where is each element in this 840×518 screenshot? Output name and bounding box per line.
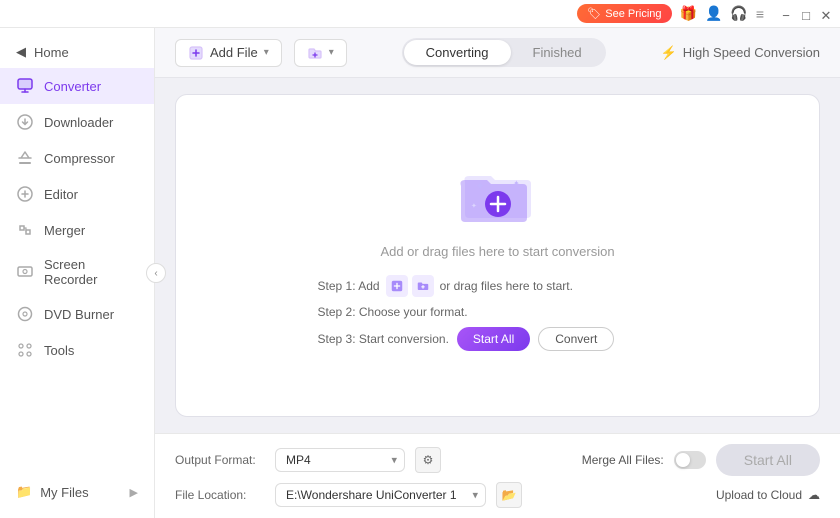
tab-group: Converting Finished <box>402 38 606 67</box>
sidebar-home-label: Home <box>34 45 69 60</box>
add-folder-button[interactable]: ▾ <box>294 39 347 67</box>
dvd-burner-label: DVD Burner <box>44 307 114 322</box>
drop-zone-message: Add or drag files here to start conversi… <box>380 244 614 259</box>
bottom-bar: Output Format: MP4 AVI MOV MKV WMV FLV G… <box>155 433 840 518</box>
step1-buttons <box>386 275 434 297</box>
step2-text: Step 2: Choose your format. <box>318 305 468 319</box>
step-2: Step 2: Choose your format. <box>318 305 678 319</box>
app-body: ◀ Home Converter Downloader <box>0 28 840 518</box>
dvd-burner-icon <box>16 305 34 323</box>
step1-suffix: or drag files here to start. <box>440 279 573 293</box>
my-files-icon: 📁 <box>16 484 32 500</box>
browse-folder-icon[interactable]: 📂 <box>496 482 522 508</box>
start-all-inner-button[interactable]: Start All <box>457 327 530 351</box>
my-files-arrow-icon: ▶ <box>130 486 138 499</box>
editor-label: Editor <box>44 187 78 202</box>
file-location-select[interactable]: E:\Wondershare UniConverter 1 <box>275 483 486 507</box>
sidebar-item-editor[interactable]: Editor <box>0 176 154 212</box>
convert-inner-button[interactable]: Convert <box>538 327 614 351</box>
sidebar-item-dvd-burner[interactable]: DVD Burner <box>0 296 154 332</box>
folder-illustration: ✦ ✦ ✦ <box>453 152 543 232</box>
downloader-icon <box>16 113 34 131</box>
sidebar-item-tools[interactable]: Tools <box>0 332 154 368</box>
tag-icon: 🏷 <box>587 7 601 20</box>
output-format-label: Output Format: <box>175 453 265 467</box>
compressor-icon <box>16 149 34 167</box>
tab-finished[interactable]: Finished <box>511 40 604 65</box>
title-bar: 🏷 See Pricing 🎁 👤 🎧 ≡ − □ ✕ <box>0 0 840 28</box>
minimize-button[interactable]: − <box>780 8 792 20</box>
tab-group-container: Converting Finished <box>359 38 649 67</box>
sidebar-item-home[interactable]: ◀ Home <box>0 36 154 68</box>
cloud-icon: ☁ <box>808 488 820 502</box>
lightning-icon: ⚡ <box>661 45 677 61</box>
converter-icon <box>16 77 34 95</box>
headphone-icon: 🎧 <box>730 5 747 22</box>
drop-zone[interactable]: ✦ ✦ ✦ Add or drag files here to start co… <box>175 94 820 417</box>
high-speed-text: High Speed Conversion <box>683 45 820 60</box>
merge-toggle[interactable] <box>674 451 706 469</box>
merge-label: Merge All Files: <box>582 453 664 467</box>
output-format-select-wrap: MP4 AVI MOV MKV WMV FLV GIF MP3 <box>275 448 405 472</box>
svg-text:✦: ✦ <box>513 179 520 188</box>
my-files-label: My Files <box>40 485 88 500</box>
file-location-label: File Location: <box>175 488 265 502</box>
settings-icon[interactable]: ⚙ <box>415 447 441 473</box>
sidebar-item-my-files[interactable]: 📁 My Files ▶ <box>0 474 154 510</box>
converter-label: Converter <box>44 79 101 94</box>
back-icon: ◀ <box>16 44 26 60</box>
downloader-label: Downloader <box>44 115 113 130</box>
upload-cloud-label: Upload to Cloud <box>716 488 802 502</box>
svg-text:✦: ✦ <box>471 202 477 210</box>
merger-label: Merger <box>44 223 85 238</box>
maximize-button[interactable]: □ <box>800 8 812 20</box>
screen-recorder-label: Screen Recorder <box>44 257 138 287</box>
toggle-knob <box>676 453 690 467</box>
sidebar-collapse-button[interactable]: ‹ <box>146 263 166 283</box>
sidebar-item-converter[interactable]: Converter <box>0 68 154 104</box>
step1-prefix: Step 1: Add <box>318 279 380 293</box>
output-format-select[interactable]: MP4 AVI MOV MKV WMV FLV GIF MP3 <box>275 448 405 472</box>
close-button[interactable]: ✕ <box>820 8 832 20</box>
tools-icon <box>16 341 34 359</box>
add-file-chevron-icon: ▾ <box>264 47 269 58</box>
add-file-button[interactable]: Add File ▾ <box>175 39 282 67</box>
pricing-button[interactable]: 🏷 See Pricing <box>577 4 671 23</box>
upload-cloud-button[interactable]: Upload to Cloud ☁ <box>716 488 820 502</box>
svg-text:✦: ✦ <box>475 179 485 193</box>
toolbar: Add File ▾ ▾ Converting Finished ⚡ High … <box>155 28 840 78</box>
step3-prefix: Step 3: Start conversion. <box>318 332 449 346</box>
add-file-label: Add File <box>210 45 258 60</box>
screen-recorder-icon <box>16 263 34 281</box>
gift-icon: 🎁 <box>680 5 697 22</box>
high-speed-label: ⚡ High Speed Conversion <box>661 45 821 61</box>
step-1: Step 1: Add <box>318 275 678 297</box>
drop-zone-wrapper: ✦ ✦ ✦ Add or drag files here to start co… <box>155 78 840 433</box>
sidebar-item-compressor[interactable]: Compressor <box>0 140 154 176</box>
step-3: Step 3: Start conversion. Start All Conv… <box>318 327 678 351</box>
pricing-label: See Pricing <box>605 8 661 20</box>
bottom-row-1: Output Format: MP4 AVI MOV MKV WMV FLV G… <box>175 444 820 476</box>
sidebar-item-merger[interactable]: Merger <box>0 212 154 248</box>
menu-icon: ≡ <box>756 6 764 22</box>
step1-add-folder-icon <box>412 275 434 297</box>
tab-converting[interactable]: Converting <box>404 40 511 65</box>
window-controls: − □ ✕ <box>780 8 832 20</box>
user-icon: 👤 <box>705 5 722 22</box>
bottom-row-2: File Location: E:\Wondershare UniConvert… <box>175 482 820 508</box>
tools-label: Tools <box>44 343 74 358</box>
content-area: Add File ▾ ▾ Converting Finished ⚡ High … <box>155 28 840 518</box>
sidebar-item-downloader[interactable]: Downloader <box>0 104 154 140</box>
sidebar: ◀ Home Converter Downloader <box>0 28 155 518</box>
compressor-label: Compressor <box>44 151 115 166</box>
steps-container: Step 1: Add <box>308 275 688 359</box>
step1-add-file-icon <box>386 275 408 297</box>
sidebar-item-screen-recorder[interactable]: Screen Recorder <box>0 248 154 296</box>
file-location-select-wrap: E:\Wondershare UniConverter 1 <box>275 483 486 507</box>
editor-icon <box>16 185 34 203</box>
merger-icon <box>16 221 34 239</box>
start-all-main-button[interactable]: Start All <box>716 444 820 476</box>
add-folder-chevron-icon: ▾ <box>329 47 334 58</box>
